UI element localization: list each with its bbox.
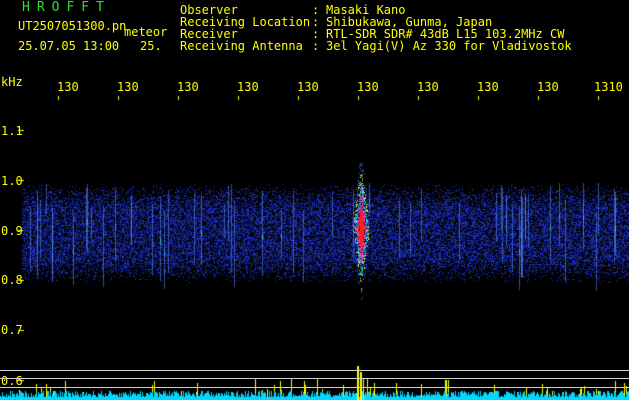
count-label: 25. — [140, 39, 162, 53]
filename-label: UT2507051300.pn — [18, 19, 127, 33]
header-labels: Observer Receiving Location Receiver Rec… — [180, 4, 310, 52]
antenna-label: Receiving Antenna — [180, 39, 303, 53]
freq-tick-label: 1.1 — [1, 124, 23, 138]
top-tick-label: 130 — [237, 80, 259, 94]
top-tick-label: 130 — [57, 80, 79, 94]
axis-unit-label: kHz — [1, 75, 23, 89]
freq-tick-label: 1.0 — [1, 174, 23, 188]
freq-tick-label: 0.8 — [1, 273, 23, 287]
antenna-value: 3el Yagi(V) Az 330 for Vladivostok — [326, 39, 572, 53]
freq-tick-label: 0.6 — [1, 374, 23, 388]
spectrogram-canvas — [0, 0, 629, 400]
reference-line — [0, 378, 629, 379]
header-values: Masaki Kano Shibukawa, Gunma, Japan RTL-… — [326, 4, 572, 52]
top-tick-label: 1310 — [594, 80, 623, 94]
freq-tick-label: 0.9 — [1, 224, 23, 238]
freq-tick-label: 0.7 — [1, 323, 23, 337]
mode-label: meteor — [124, 25, 168, 39]
top-tick-label: 130 — [117, 80, 139, 94]
top-tick-label: 130 — [477, 80, 499, 94]
hrofft-logo: HROFFT — [22, 0, 111, 15]
top-tick-label: 130 — [357, 80, 379, 94]
separator: : — [312, 39, 320, 53]
reference-line — [0, 387, 629, 388]
datetime-label: 25.07.05 13:00 — [18, 39, 120, 53]
reference-line — [0, 370, 629, 371]
top-tick-label: 130 — [177, 80, 199, 94]
top-tick-label: 130 — [417, 80, 439, 94]
spectrogram-window: HROFFT UT2507051300.pn meteor 25.07.05 1… — [0, 0, 629, 400]
top-tick-label: 130 — [537, 80, 559, 94]
top-tick-label: 130 — [297, 80, 319, 94]
header-separators: : : : : — [312, 4, 319, 52]
